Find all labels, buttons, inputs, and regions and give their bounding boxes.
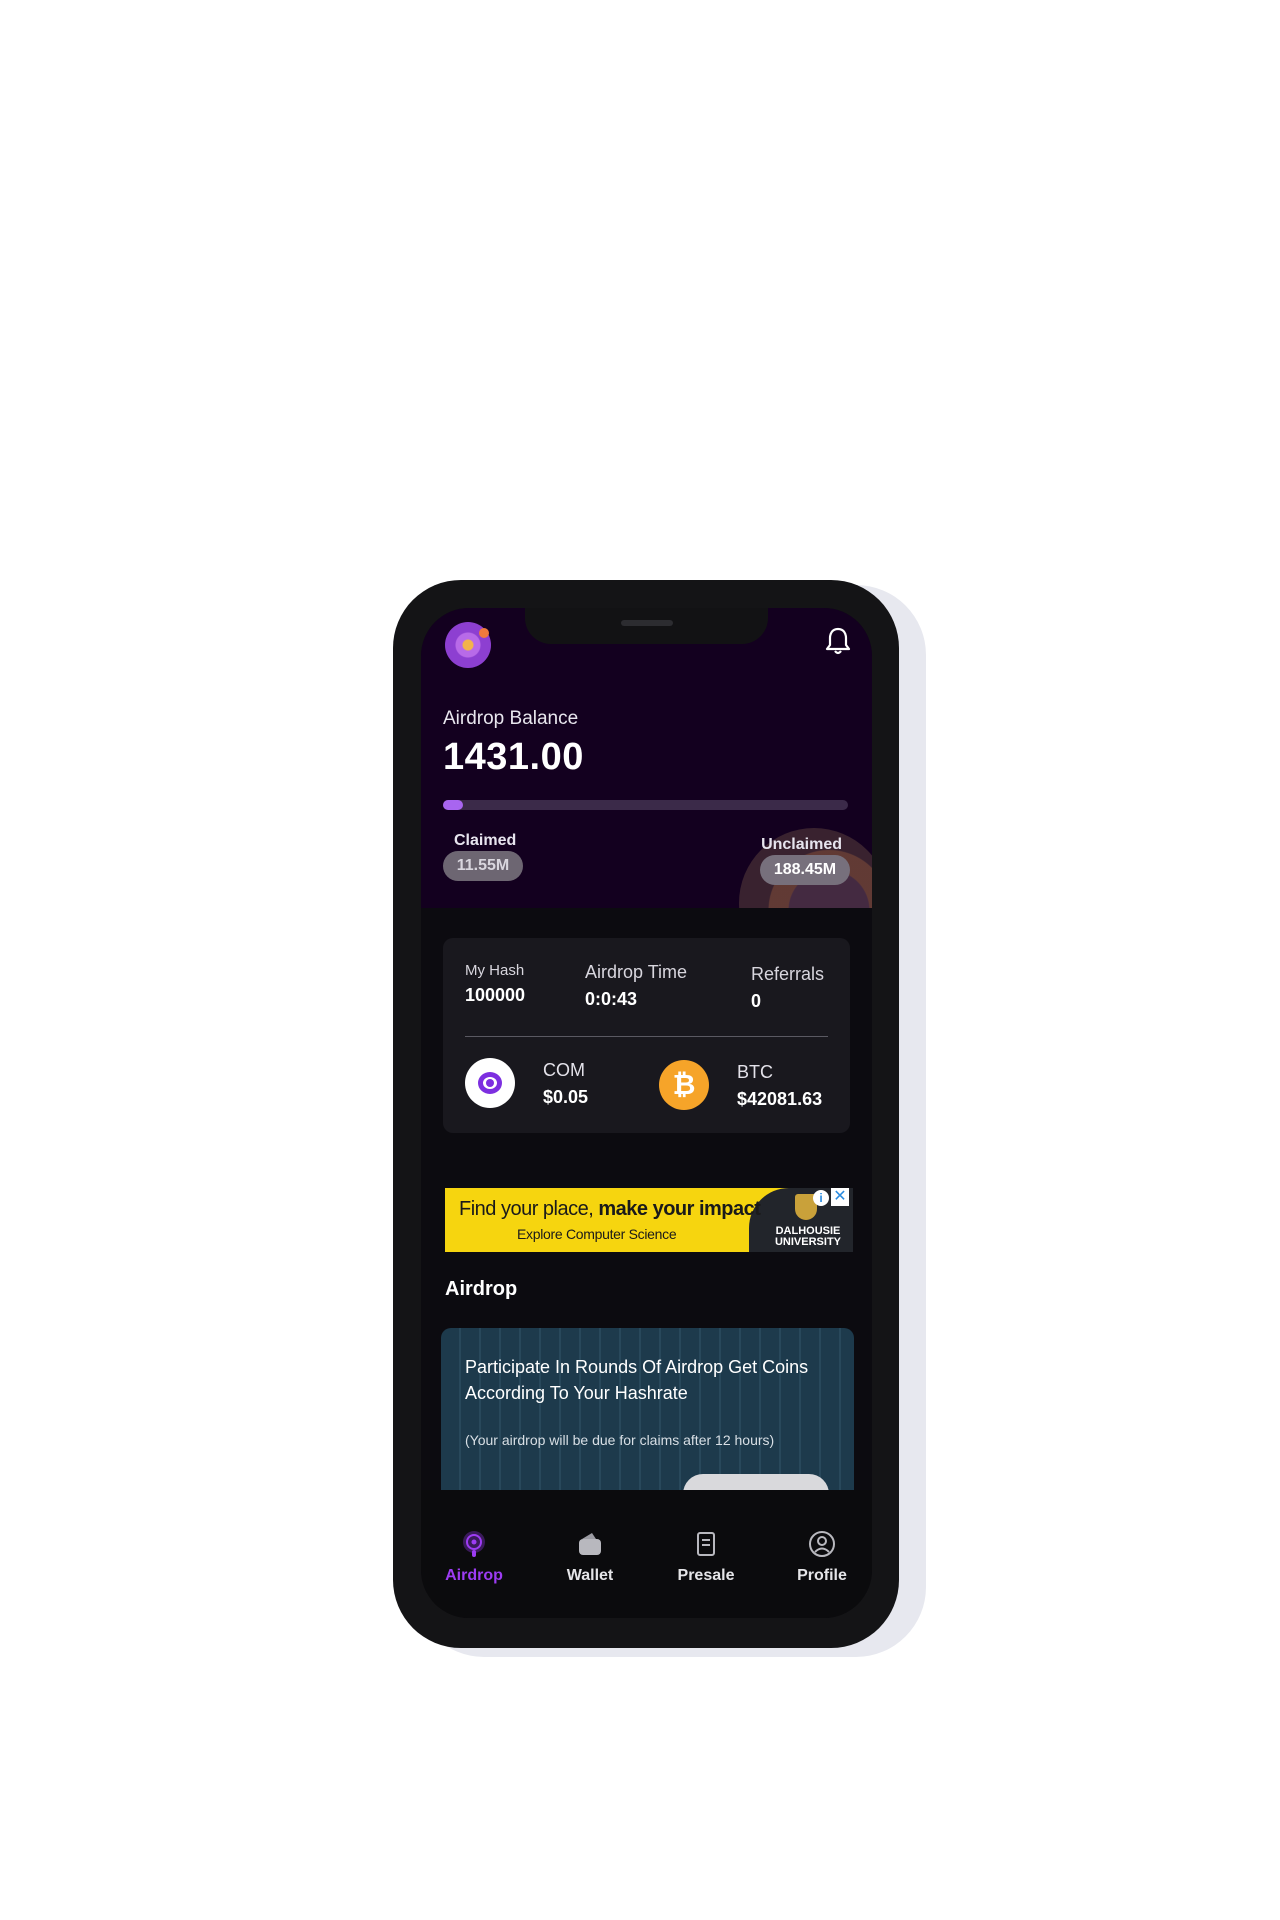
airdrop-time-label: Airdrop Time [585,962,688,982]
nav-label-profile: Profile [797,1567,847,1584]
claimed-label: Claimed [454,832,517,849]
nav-label-airdrop: Airdrop [445,1567,503,1584]
referrals-label: Referrals [751,964,825,984]
nav-label-wallet: Wallet [566,1567,614,1584]
ad-banner[interactable]: Find your place, make your impact Explor… [445,1188,853,1252]
bell-icon[interactable] [824,626,852,656]
com-price-block[interactable]: COM $0.05 [543,1060,588,1108]
airdrop-section-title: Airdrop [445,1278,518,1300]
ad-brand-line2: UNIVERSITY [774,1236,841,1248]
my-hash-label: My Hash [465,962,525,979]
ad-headline-bold: make your impact [598,1198,761,1220]
stats-divider [465,1036,828,1037]
nav-item-wallet[interactable]: Wallet [545,1530,635,1585]
phone-speaker [621,620,673,626]
btc-coin-name: BTC [737,1062,773,1082]
btc-price-block[interactable]: BTC $42081.63 [737,1062,822,1110]
airdrop-description: Participate In Rounds Of Airdrop Get Coi… [465,1357,809,1403]
balance-label: Airdrop Balance [443,708,579,729]
bottom-navigation: Airdrop Wallet Presale Profile [421,1490,872,1618]
app-logo[interactable] [445,622,491,668]
airdrop-time-value: 0:0:43 [585,989,638,1009]
ad-headline: Find your place, make your impact [459,1198,761,1221]
app-screen: Airdrop Balance 1431.00 Claimed 11.55M U… [421,608,872,1618]
profile-icon [809,1531,835,1557]
com-coin-name: COM [543,1060,585,1080]
balance-value: 1431.00 [443,736,584,778]
ad-info-icon[interactable]: i [813,1190,829,1206]
ad-headline-regular: Find your place, [459,1198,599,1220]
stats-card: My Hash 100000 Airdrop Time 0:0:43 Refer… [443,938,850,1133]
claim-progress-fill [443,800,464,810]
claim-progress-bar [443,800,848,810]
balance-header: Airdrop Balance 1431.00 Claimed 11.55M U… [421,608,872,908]
btc-coin-price: $42081.63 [737,1089,823,1109]
airdrop-info-card: Participate In Rounds Of Airdrop Get Coi… [441,1328,854,1498]
com-coin-price: $0.05 [543,1087,589,1107]
claimed-value-badge: 11.55M [443,851,523,881]
airdrop-note: (Your airdrop will be due for claims aft… [465,1432,775,1448]
unclaimed-label: Unclaimed [761,836,842,853]
nav-item-profile[interactable]: Profile [777,1530,867,1585]
ad-subline: Explore Computer Science [517,1226,677,1242]
my-hash-value: 100000 [465,985,526,1005]
presale-icon [697,1532,715,1556]
nav-label-presale: Presale [677,1567,735,1584]
nav-item-presale[interactable]: Presale [661,1530,751,1585]
com-coin-icon [465,1058,515,1108]
referrals-value: 0 [751,991,762,1011]
airdrop-time-stat: Airdrop Time 0:0:43 [585,962,687,1010]
ad-close-icon[interactable]: ✕ [831,1188,849,1206]
phone-notch [525,608,768,644]
my-hash-stat: My Hash 100000 [465,962,525,1006]
referrals-stat: Referrals 0 [751,964,824,1012]
nav-item-airdrop[interactable]: Airdrop [429,1530,519,1585]
unclaimed-value-badge: 188.45M [760,855,850,885]
bitcoin-icon: ₿ [659,1060,709,1110]
wallet-icon [579,1533,601,1555]
airdrop-icon [463,1531,485,1557]
ad-brand-name: DALHOUSIE UNIVERSITY [775,1226,841,1248]
